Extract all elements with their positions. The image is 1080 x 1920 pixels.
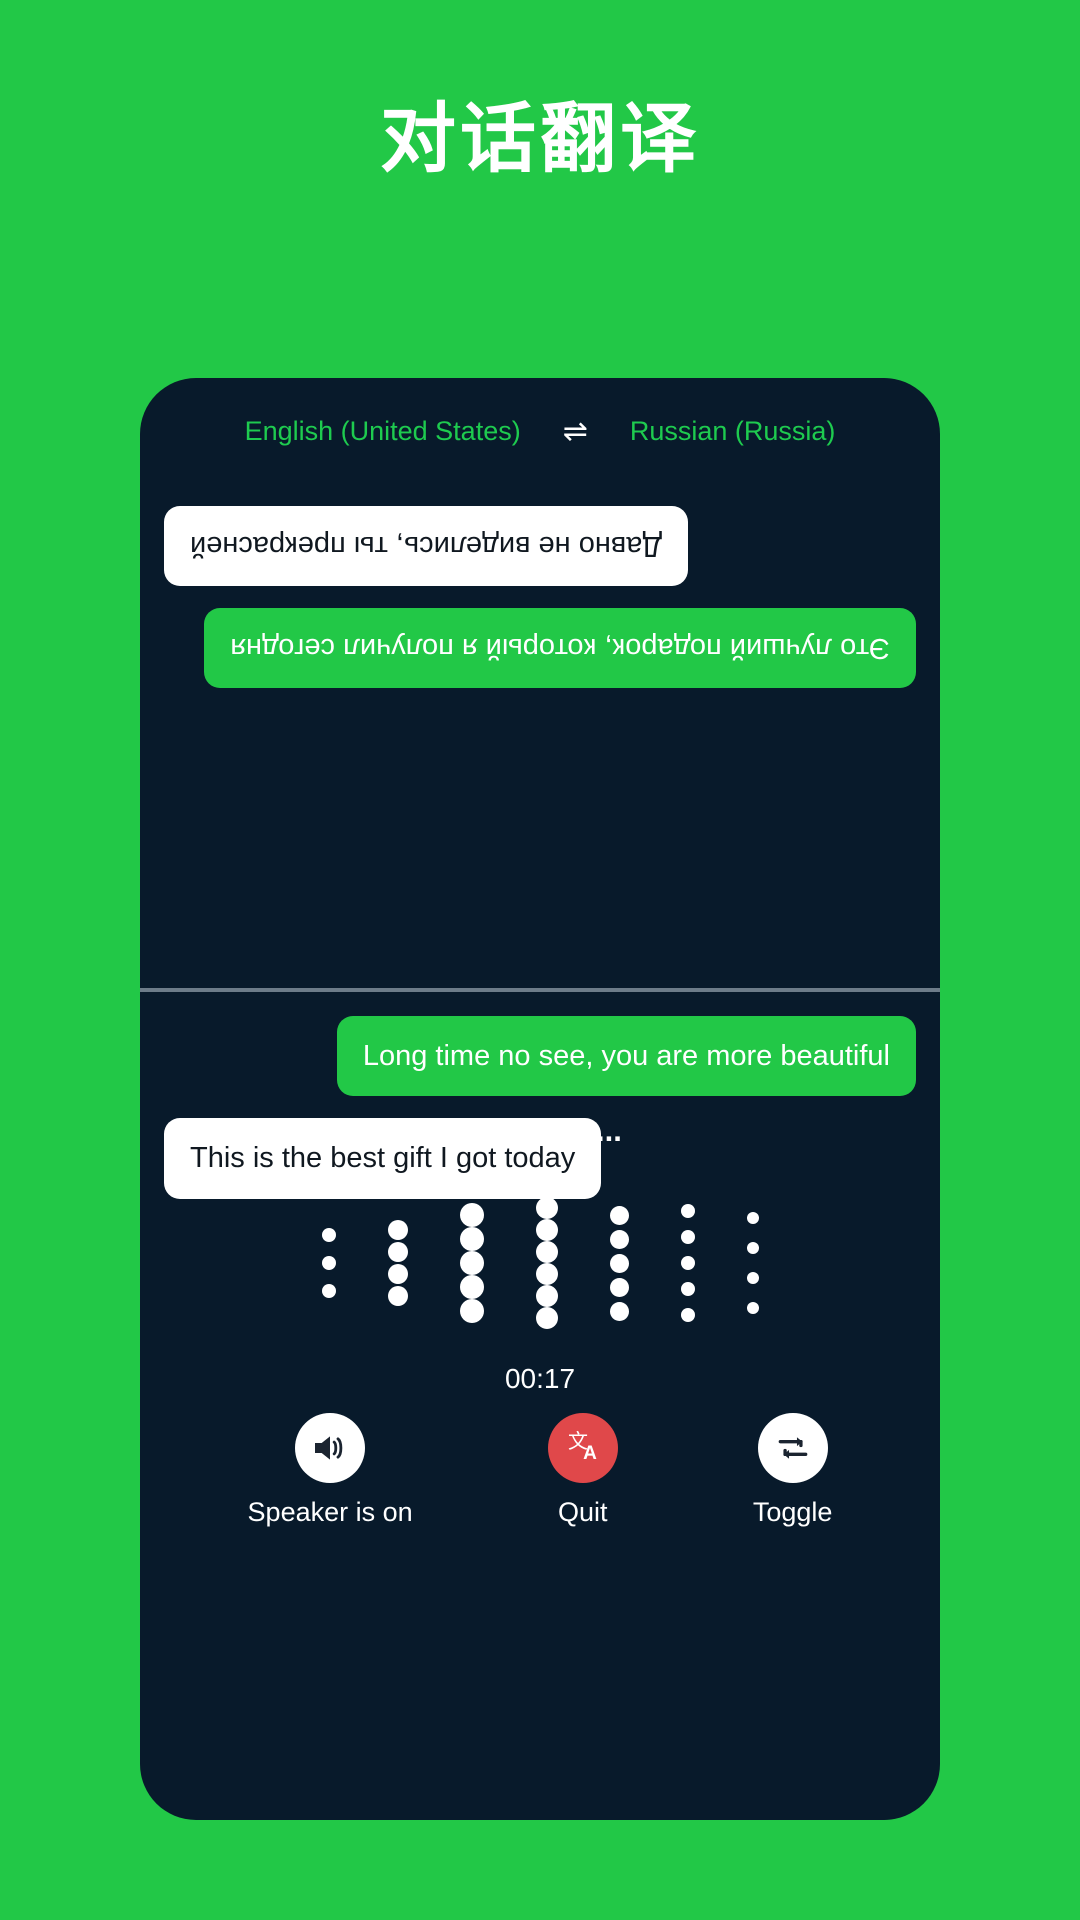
- waveform-dot: [680, 1308, 695, 1322]
- waveform-dot: [609, 1301, 629, 1321]
- quit-button[interactable]: 文 A Quit: [547, 1413, 618, 1528]
- message-bubble-source-1[interactable]: Long time no see, you are more beautiful: [336, 1016, 916, 1097]
- control-bar: Speaker is on 文 A Quit Toggle: [140, 1413, 940, 1528]
- waveform-dot: [535, 1219, 558, 1241]
- waveform-dot: [459, 1299, 484, 1323]
- waveform-dot: [609, 1229, 629, 1249]
- phone-panel: English (United States) ⇌ Russian (Russi…: [140, 378, 940, 1820]
- waveform-column: [387, 1220, 408, 1306]
- waveform-dot: [321, 1256, 336, 1270]
- waveform-dot: [746, 1212, 759, 1224]
- message-row: Давно не виделись, ты прекрасней: [164, 506, 916, 587]
- waveform-dot: [459, 1227, 484, 1251]
- waveform-column: [746, 1212, 759, 1314]
- svg-text:A: A: [583, 1443, 597, 1464]
- waveform-dot: [746, 1272, 759, 1284]
- speaker-on-icon: [295, 1413, 366, 1483]
- waveform-dot: [321, 1284, 336, 1298]
- repeat-arrows-icon: [757, 1413, 828, 1483]
- recording-timer: 00:17: [504, 1363, 576, 1394]
- waveform-dot: [321, 1228, 336, 1242]
- waveform-dot: [387, 1264, 408, 1284]
- waveform-dot: [535, 1197, 558, 1219]
- message-bubble-translated-2[interactable]: Давно не виделись, ты прекрасней: [164, 506, 689, 587]
- waveform-dot: [535, 1241, 558, 1263]
- waveform-dot: [459, 1203, 484, 1227]
- message-bubble-translated-1[interactable]: Это лучший подарок, который я получил се…: [204, 608, 916, 689]
- waveform-column: [609, 1205, 629, 1321]
- swap-horizontal-icon[interactable]: ⇌: [563, 416, 588, 447]
- waveform-dot: [535, 1307, 558, 1329]
- waveform-column: [535, 1197, 558, 1329]
- waveform-dot: [680, 1204, 695, 1218]
- waveform-dot: [535, 1263, 558, 1285]
- waveform-dot: [680, 1256, 695, 1270]
- waveform-column: [459, 1203, 484, 1323]
- waveform-dot: [387, 1242, 408, 1262]
- waveform-dot: [680, 1282, 695, 1296]
- toggle-button-label: Toggle: [752, 1497, 833, 1527]
- waveform-column: [680, 1204, 695, 1322]
- message-row: Это лучший подарок, который я получил се…: [164, 608, 916, 689]
- speaker-button[interactable]: Speaker is on: [248, 1413, 413, 1528]
- listening-status: Listening...: [458, 1113, 622, 1148]
- page-title: 对话翻译: [380, 97, 700, 182]
- waveform-dot: [535, 1285, 558, 1307]
- speaker-button-label: Speaker is on: [247, 1497, 413, 1527]
- message-row: Long time no see, you are more beautiful: [164, 1016, 916, 1097]
- language-bar: English (United States) ⇌ Russian (Russi…: [140, 416, 940, 447]
- waveform-dot: [609, 1205, 629, 1225]
- waveform-dot: [387, 1286, 408, 1306]
- translate-icon: 文 A: [547, 1413, 618, 1483]
- waveform-dot: [459, 1251, 484, 1275]
- waveform-dot: [746, 1302, 759, 1314]
- waveform-dot: [680, 1230, 695, 1244]
- waveform-dot: [609, 1253, 629, 1273]
- waveform-dot: [387, 1220, 408, 1240]
- quit-button-label: Quit: [557, 1497, 608, 1527]
- target-language-selector[interactable]: Russian (Russia): [630, 416, 836, 447]
- translated-conversation-panel: Это лучший подарок, который я получил се…: [140, 466, 940, 988]
- waveform-dot: [609, 1277, 629, 1297]
- waveform-column: [321, 1228, 336, 1298]
- app-root: 对话翻译 English (United States) ⇌ Russian (…: [0, 0, 1080, 1920]
- waveform-dot: [459, 1275, 484, 1299]
- toggle-button[interactable]: Toggle: [752, 1413, 833, 1528]
- waveform-dot: [746, 1242, 759, 1254]
- audio-waveform-visualizer: [140, 1168, 940, 1358]
- source-language-selector[interactable]: English (United States): [245, 416, 521, 447]
